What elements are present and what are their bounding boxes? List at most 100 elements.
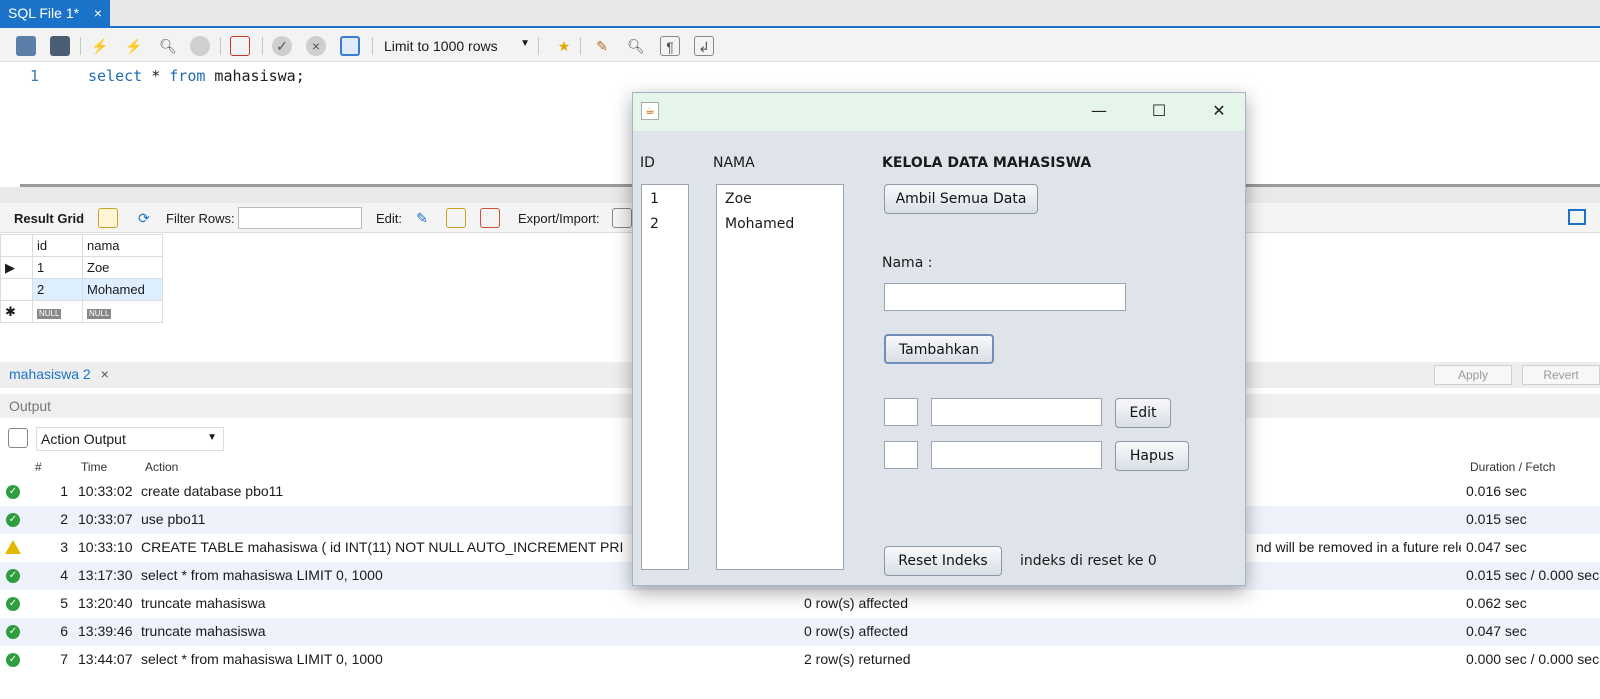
tambahkan-button[interactable]: Tambahkan	[884, 334, 994, 364]
grid-view-icon[interactable]	[98, 208, 118, 228]
grid-cell-new-nama[interactable]: NULL	[82, 300, 163, 323]
filter-rows-input[interactable]	[238, 207, 362, 229]
edit-id-input[interactable]	[884, 398, 918, 426]
row-action: truncate mahasiswa	[141, 595, 266, 611]
grid-cell-id[interactable]: 1	[32, 256, 83, 279]
result-grid-table: id nama ▶ 1 Zoe 2 Mohamed ✱ NULL NULL	[0, 234, 163, 323]
edit-button[interactable]: Edit	[1115, 398, 1171, 428]
add-snippet-star-icon[interactable]: ★	[554, 36, 574, 56]
nama-input[interactable]	[884, 283, 1126, 311]
execute-lightning-icon[interactable]: ⚡	[90, 36, 110, 56]
toolbar-separator	[80, 37, 81, 55]
rollback-icon[interactable]: ×	[306, 36, 326, 56]
row-number: 2	[60, 511, 68, 527]
close-icon[interactable]: ×	[101, 366, 109, 382]
sql-code-part: *	[142, 67, 170, 85]
toolbar-separator	[538, 37, 539, 55]
stop-icon[interactable]	[190, 36, 210, 56]
grid-header-row: id nama	[0, 234, 163, 257]
list-item[interactable]: Zoe	[717, 185, 843, 210]
row-number: 3	[60, 539, 68, 555]
invisible-chars-pilcrow-icon[interactable]: ¶	[660, 36, 680, 56]
close-icon[interactable]: ✕	[1205, 99, 1233, 123]
row-time: 13:39:46	[78, 623, 133, 639]
dialog-title-bar[interactable]: ☕ — ☐ ✕	[633, 93, 1245, 131]
ambil-semua-data-button[interactable]: Ambil Semua Data	[884, 184, 1038, 214]
row-message: 0 row(s) affected	[804, 595, 909, 611]
beautify-brush-icon[interactable]: ✎	[592, 36, 612, 56]
table-row[interactable]: ✓ 6 13:39:46 truncate mahasiswa 0 row(s)…	[0, 618, 1600, 646]
refresh-icon[interactable]: ⟳	[134, 208, 154, 228]
row-time: 13:44:07	[78, 651, 133, 667]
execute-current-icon[interactable]: ⚡	[124, 36, 144, 56]
explain-magnifier-icon[interactable]: 🔍︎	[158, 36, 178, 56]
find-magnifier-icon[interactable]: 🔍︎	[626, 36, 646, 56]
grid-cell-nama[interactable]: Mohamed	[82, 278, 163, 301]
revert-button[interactable]: Revert	[1522, 365, 1600, 385]
hapus-button[interactable]: Hapus	[1115, 441, 1189, 471]
sql-keyword-select: select	[88, 67, 143, 85]
grid-cell-id[interactable]: 2	[32, 278, 83, 301]
dialog-heading: KELOLA DATA MAHASISWA	[882, 155, 1092, 171]
autocommit-toggle-icon[interactable]	[340, 36, 360, 56]
kelola-data-dialog[interactable]: ☕ — ☐ ✕ ID NAMA KELOLA DATA MAHASISWA 1 …	[632, 92, 1246, 586]
id-column-label: ID	[640, 155, 655, 171]
side-panel-toggle-icon[interactable]	[1568, 209, 1586, 225]
maximize-icon[interactable]: ☐	[1145, 99, 1173, 123]
delete-row-icon[interactable]	[480, 208, 500, 228]
table-row[interactable]: ✓ 5 13:20:40 truncate mahasiswa 0 row(s)…	[0, 590, 1600, 618]
commit-icon[interactable]: ✓	[272, 36, 292, 56]
success-check-icon: ✓	[6, 597, 20, 611]
list-item[interactable]: 1	[642, 185, 688, 210]
list-item[interactable]: 2	[642, 210, 688, 235]
table-row[interactable]: ▶ 1 Zoe	[0, 256, 163, 279]
reset-indeks-button[interactable]: Reset Indeks	[884, 546, 1002, 576]
grid-cell-new-id[interactable]: NULL	[32, 300, 83, 323]
success-check-icon: ✓	[6, 625, 20, 639]
edit-row-icon[interactable]: ✎	[412, 208, 432, 228]
edit-nama-input[interactable]	[931, 398, 1102, 426]
minimize-icon[interactable]: —	[1085, 99, 1113, 123]
column-header-duration: Duration / Fetch	[1470, 460, 1556, 474]
tab-close-icon[interactable]: ×	[94, 5, 102, 21]
column-header-nama[interactable]: nama	[82, 234, 163, 257]
toolbar-separator	[372, 37, 373, 55]
output-title: Output	[9, 398, 52, 414]
toggle-error-icon[interactable]	[230, 36, 250, 56]
row-action: create database pbo11	[141, 483, 284, 499]
hapus-id-input[interactable]	[884, 441, 918, 469]
export-icon[interactable]	[612, 208, 632, 228]
list-item[interactable]: Mohamed	[717, 210, 843, 235]
nama-list[interactable]: Zoe Mohamed	[716, 184, 844, 570]
row-message: 0 row(s) affected	[804, 623, 909, 639]
save-icon[interactable]	[50, 36, 70, 56]
limit-rows-select[interactable]: Limit to 1000 rows ▼	[384, 35, 536, 57]
column-header-id[interactable]: id	[32, 234, 83, 257]
current-row-marker-icon: ▶	[0, 256, 33, 279]
row-message: nd will be removed in a future rele...	[1256, 539, 1461, 555]
open-folder-icon[interactable]	[16, 36, 36, 56]
result-grid[interactable]: id nama ▶ 1 Zoe 2 Mohamed ✱ NULL NULL	[0, 234, 164, 323]
hapus-nama-input[interactable]	[931, 441, 1102, 469]
row-duration: 0.047 sec	[1466, 623, 1527, 639]
add-row-icon[interactable]	[446, 208, 466, 228]
result-grid-label[interactable]: Result Grid	[14, 211, 84, 226]
row-time: 10:33:10	[78, 539, 133, 555]
row-number: 1	[60, 483, 68, 499]
id-list[interactable]: 1 2	[641, 184, 689, 570]
copy-icon[interactable]	[8, 428, 28, 448]
table-row[interactable]: 2 Mohamed	[0, 278, 163, 301]
new-row[interactable]: ✱ NULL NULL	[0, 300, 163, 323]
apply-button[interactable]: Apply	[1434, 365, 1512, 385]
toolbar-separator	[262, 37, 263, 55]
word-wrap-icon[interactable]: ↲	[694, 36, 714, 56]
output-type-select[interactable]: Action Output ▼	[36, 427, 224, 451]
table-row[interactable]: ✓ 7 13:44:07 select * from mahasiswa LIM…	[0, 646, 1600, 674]
row-action: select * from mahasiswa LIMIT 0, 1000	[141, 567, 383, 583]
tab-sql-file-1[interactable]: SQL File 1* ×	[0, 0, 110, 26]
tab-mahasiswa-2[interactable]: mahasiswa 2 ×	[9, 366, 109, 382]
sql-code-line[interactable]: select * from mahasiswa;	[88, 67, 305, 85]
editor-tab-bar: SQL File 1* ×	[0, 0, 1600, 28]
column-header-num: #	[35, 460, 42, 474]
grid-cell-nama[interactable]: Zoe	[82, 256, 163, 279]
